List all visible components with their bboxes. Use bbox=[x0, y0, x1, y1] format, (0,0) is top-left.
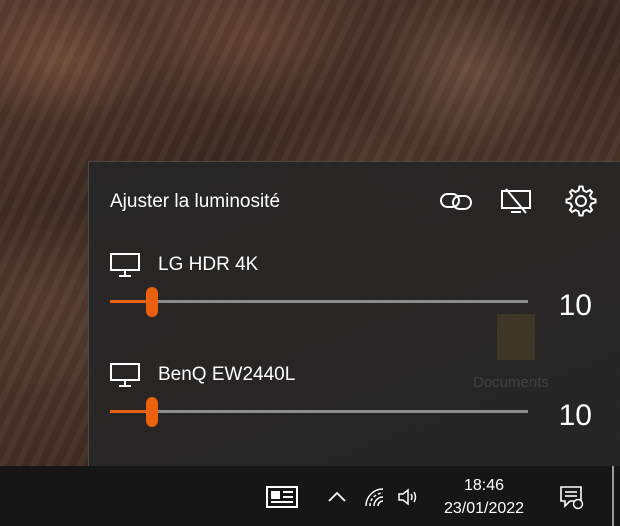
brightness-slider-benq[interactable] bbox=[110, 397, 528, 427]
clock-time: 18:46 bbox=[463, 477, 505, 494]
news-icon[interactable] bbox=[262, 482, 302, 512]
flyout-title: Ajuster la luminosité bbox=[110, 191, 281, 212]
brightness-value: 10 bbox=[558, 399, 592, 432]
notification-icon[interactable] bbox=[556, 482, 586, 512]
slider-thumb[interactable] bbox=[145, 287, 158, 317]
ghost-folder-icon bbox=[497, 314, 535, 360]
wifi-icon[interactable] bbox=[362, 484, 386, 510]
slider-track bbox=[110, 410, 528, 413]
ghost-documents-label: Documents bbox=[473, 374, 549, 391]
chevron-up-icon[interactable] bbox=[325, 484, 349, 510]
monitor-icon bbox=[110, 252, 140, 283]
taskbar-clock[interactable]: 18:46 23/01/2022 bbox=[432, 474, 536, 520]
taskbar: 18:46 23/01/2022 bbox=[0, 466, 620, 526]
display-off-icon[interactable] bbox=[497, 184, 535, 218]
slider-track bbox=[110, 300, 528, 303]
link-icon[interactable] bbox=[437, 184, 475, 218]
brightness-slider-lg[interactable] bbox=[110, 287, 528, 317]
show-desktop-button[interactable] bbox=[612, 466, 614, 526]
gear-icon[interactable] bbox=[562, 184, 600, 218]
brightness-flyout: Documents Ajuster la luminosité LG HDR 4… bbox=[88, 161, 620, 466]
volume-icon[interactable] bbox=[395, 484, 421, 510]
clock-date: 23/01/2022 bbox=[443, 500, 525, 517]
monitor-icon bbox=[110, 362, 140, 393]
slider-thumb[interactable] bbox=[145, 397, 158, 427]
brightness-value: 10 bbox=[558, 289, 592, 322]
monitor-name: BenQ EW2440L bbox=[158, 364, 296, 385]
monitor-name: LG HDR 4K bbox=[158, 254, 259, 275]
